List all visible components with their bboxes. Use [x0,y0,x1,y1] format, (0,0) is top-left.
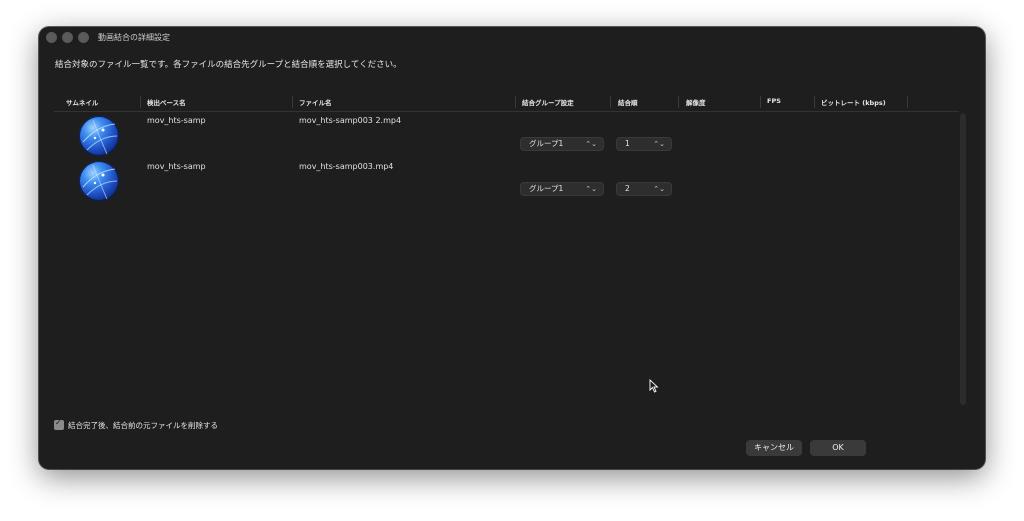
column-header-bitrate[interactable]: ビットレート (kbps) [821,97,886,107]
column-header-order[interactable]: 結合順 [618,97,638,107]
order-select[interactable]: 2 ⌃⌄ [616,182,672,196]
table-header: サムネイル 検出ベース名 ファイル名 結合グループ設定 結合順 解像度 FPS … [54,93,959,112]
table-scrollbar[interactable] [960,113,966,405]
video-thumbnail [79,161,119,201]
order-select[interactable]: 1 ⌃⌄ [616,137,672,151]
column-header-thumbnail[interactable]: サムネイル [66,97,98,107]
close-window-button[interactable] [46,32,57,43]
column-header-group[interactable]: 結合グループ設定 [522,97,574,107]
order-select-value: 2 [625,184,630,193]
settings-window: 動画結合の詳細設定 結合対象のファイル一覧です。各ファイルの結合先グループと結合… [39,27,985,469]
mouse-pointer-icon [649,379,659,393]
delete-after-merge-checkbox[interactable]: ✓ [54,418,64,430]
column-header-file-name[interactable]: ファイル名 [299,97,332,107]
checkmark-icon: ✓ [55,418,62,427]
column-header-resolution[interactable]: 解像度 [686,97,706,107]
table-row[interactable]: mov_hts-samp mov_hts-samp003 2.mp4 グループ1… [54,113,959,159]
column-separator [292,96,293,108]
ok-button[interactable]: OK [810,440,866,456]
column-header-base-name[interactable]: 検出ベース名 [147,97,186,107]
column-separator [814,96,815,108]
group-select[interactable]: グループ1 ⌃⌄ [520,137,604,151]
instruction-text: 結合対象のファイル一覧です。各ファイルの結合先グループと結合順を選択してください… [55,60,402,70]
column-separator [610,96,611,108]
delete-after-merge-label: 結合完了後、結合前の元ファイルを削除する [68,421,218,430]
group-select-value: グループ1 [529,139,564,148]
chevron-updown-icon: ⌃⌄ [653,185,665,193]
title-bar: 動画結合の詳細設定 [39,27,985,49]
column-separator [678,96,679,108]
column-separator [515,96,516,108]
table-row[interactable]: mov_hts-samp mov_hts-samp003.mp4 グループ1 ⌃… [54,159,959,205]
order-select-value: 1 [625,139,630,148]
zoom-window-button[interactable] [78,32,89,43]
column-separator [760,96,761,108]
group-select-value: グループ1 [529,184,564,193]
video-thumbnail [79,116,119,156]
file-table: サムネイル 検出ベース名 ファイル名 結合グループ設定 結合順 解像度 FPS … [54,93,959,393]
column-separator [140,96,141,108]
column-separator [907,96,908,108]
file-name-cell: mov_hts-samp003.mp4 [299,162,394,171]
cancel-button[interactable]: キャンセル [746,440,802,456]
window-title: 動画結合の詳細設定 [98,33,170,42]
group-select[interactable]: グループ1 ⌃⌄ [520,182,604,196]
column-header-fps[interactable]: FPS [767,97,781,105]
chevron-updown-icon: ⌃⌄ [585,185,597,193]
base-name-cell: mov_hts-samp [147,162,206,171]
minimize-window-button[interactable] [62,32,73,43]
chevron-updown-icon: ⌃⌄ [585,140,597,148]
chevron-updown-icon: ⌃⌄ [653,140,665,148]
base-name-cell: mov_hts-samp [147,116,206,125]
file-name-cell: mov_hts-samp003 2.mp4 [299,116,402,125]
